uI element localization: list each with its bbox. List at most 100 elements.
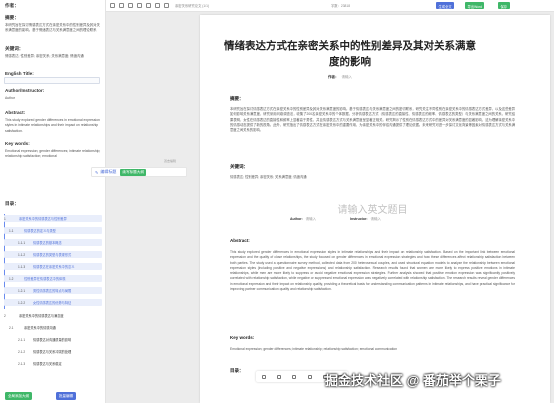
outline-num: 1 (4, 216, 6, 221)
outline-num: 1.1.2 (18, 252, 26, 257)
outline-item[interactable]: 1 亲密关系中的情感表达与性别差异 (4, 215, 102, 222)
document-title[interactable]: 情绪表达方式在亲密关系中的性别差异及其对关系满意度的影响 (220, 38, 480, 70)
outline-label-text: 性别差异在情感表达中的体现 (24, 277, 66, 281)
outline-num: 1.2.2 (18, 300, 26, 305)
outline-num: 1.1 (9, 228, 14, 233)
en-author-input[interactable]: 请输入 (306, 217, 317, 221)
outline-label-text: 情感表达与关系冲突的处理 (33, 350, 72, 354)
outline-label-text: 情感表达与关系稳定 (33, 362, 62, 366)
summary-text[interactable]: 本研究旨在探讨情感表达方式在亲密关系中的性别差异及其对关系满意度的影响。基于情绪… (5, 23, 101, 34)
format-icon[interactable] (128, 3, 133, 8)
outline-item[interactable]: 1.1.2 情感表达的类型与表现形式 (4, 251, 102, 258)
keywords-en-text[interactable]: Emotional expression; gender differences… (5, 149, 101, 160)
image-icon[interactable] (164, 3, 169, 8)
undo-icon[interactable] (110, 3, 115, 8)
author-label: 作者： (5, 3, 19, 8)
en-instructor-input[interactable]: 请输入 (371, 217, 382, 221)
continue-outline-button[interactable]: 续写标题大纲 (120, 168, 146, 176)
batch-edit-button[interactable]: 批量编辑 (56, 392, 76, 400)
copy-icon[interactable] (261, 374, 266, 379)
top-toolbar: 亲密关系研究论文 (1/1) 字数：23818 生成全文 导出Word 保存 (106, 0, 554, 12)
en-abstract-heading: Abstract: (230, 238, 250, 243)
outline-list: 1 亲密关系中的情感表达与性别差异 1.1 情感表达的定义与类型 1.1.1 情感表达… (4, 214, 102, 369)
outline-label-text: 亲密关系中的情感沟通 (24, 326, 56, 330)
save-button[interactable]: 保存 (498, 2, 510, 9)
outline-item[interactable]: 1.1 情感表达的定义与类型 (4, 227, 102, 234)
outline-item[interactable]: 2.1.3 情感表达与关系稳定 (4, 360, 102, 367)
keywords-en-label: Key words: (5, 141, 30, 146)
en-abstract-body[interactable]: This study explored gender differences i… (230, 250, 515, 292)
outline-num: 1.2.1 (18, 288, 26, 293)
align-icon[interactable] (146, 3, 151, 8)
outline-label-text: 情感表达对沟通质量的影响 (33, 338, 72, 342)
generate-button[interactable]: 生成全文 (436, 2, 455, 9)
english-title-label: English Title: (5, 71, 34, 76)
summary-label: 摘要： (5, 15, 19, 20)
outline-num: 1.1.1 (18, 240, 26, 245)
author-line: 作者： 请输入 (328, 75, 352, 80)
outline-label-text: 亲密关系中的情感表达与性别差异 (19, 217, 67, 221)
outline-num: 2.1.3 (18, 361, 26, 366)
en-keywords-body[interactable]: Emotional expression; gender differences… (230, 347, 515, 352)
add-outline-button[interactable]: 全局添加大纲 (5, 392, 32, 400)
doc-author-input[interactable]: 请输入 (342, 75, 353, 79)
italic-icon[interactable] (292, 374, 297, 379)
abstract-label: Abstract: (5, 110, 26, 115)
outline-num: 1.1.3 (18, 264, 26, 269)
outline-label-text: 亲密关系中的情感表达与满意度 (19, 314, 64, 318)
redo-icon[interactable] (119, 3, 124, 8)
keywords-heading: 关键词： (230, 164, 248, 169)
popup-hint: 双击编辑 (164, 159, 177, 163)
english-title-input[interactable] (4, 77, 100, 84)
outline-num: 2 (4, 313, 6, 318)
abstract-text[interactable]: This study explored gender differences i… (5, 118, 101, 134)
keywords-text[interactable]: 情感表达; 性别差异; 亲密关系; 关系满意度; 情绪沟通 (5, 54, 101, 59)
outline-popup: 双击编辑 ✎ 编辑标题 续写标题大纲 (91, 159, 189, 182)
outline-item[interactable]: 1.2.2 女性情感表达的优势与特征 (4, 299, 102, 306)
bold-icon[interactable] (276, 374, 281, 379)
keywords-body[interactable]: 情感表达; 性别差异; 亲密关系; 关系满意度; 情绪沟通 (230, 175, 515, 180)
popup-body: ✎ 编辑标题 续写标题大纲 (91, 167, 187, 177)
abstract-body[interactable]: 本研究旨在探讨情感表达方式在亲密关系中的性别差异及其对关系满意度的影响。基于情感… (230, 107, 515, 133)
outline-label-text: 情感表达在亲密关系中的意义 (33, 265, 75, 269)
word-count: 字数：23818 (331, 4, 351, 8)
edit-title-button[interactable]: 编辑标题 (100, 169, 116, 175)
outline-label-text: 女性情感表达的优势与特征 (33, 301, 72, 305)
underline-icon[interactable] (307, 374, 312, 379)
outline-item[interactable]: 1.1.1 情感表达的基本概念 (4, 239, 102, 246)
english-title-placeholder[interactable]: 请输入英文题目 (230, 201, 515, 216)
outline-num: 2.1.2 (18, 349, 26, 354)
outline-item[interactable]: 2 亲密关系中的情感表达与满意度 (4, 312, 102, 319)
outline-item[interactable]: 1.2 性别差异在情感表达中的体现 (4, 275, 102, 282)
outline-item[interactable]: 1.1.3 情感表达在亲密关系中的意义 (4, 263, 102, 270)
list-icon[interactable] (155, 3, 160, 8)
outline-num: 2.1 (9, 325, 14, 330)
edit-title-icon: ✎ (95, 169, 99, 175)
watermark: 掘金技术社区 @ 番茄举个栗子 (325, 373, 501, 388)
left-sidebar: 作者： 摘要： 本研究旨在探讨情感表达方式在亲密关系中的性别差异及其对关系满意度… (0, 0, 106, 403)
outline-label-text: 情感表达的定义与类型 (24, 229, 56, 233)
en-instructor-label: Instructor: (350, 217, 368, 221)
export-button[interactable]: 导出Word (465, 2, 485, 9)
instructor-label: Author/Instructor: (5, 88, 45, 93)
instructor-value[interactable]: Author (5, 96, 15, 101)
outline-label-text: 男性情感表达的特点与局限 (33, 289, 72, 293)
outline-item[interactable]: 2.1 亲密关系中的情感沟通 (4, 324, 102, 331)
outline-num: 2.1.1 (18, 337, 26, 342)
en-author-label: Author: (290, 217, 303, 221)
document-tab-title: 亲密关系研究论文 (1/1) (175, 4, 210, 8)
heading-icon[interactable] (137, 3, 142, 8)
outline-item[interactable]: 2.1.1 情感表达对沟通质量的影响 (4, 336, 102, 343)
document-page: 情绪表达方式在亲密关系中的性别差异及其对关系满意度的影响 作者： 请输入 摘要： … (200, 15, 550, 403)
en-author-line: Author: 请输入 (290, 217, 316, 222)
outline-label-text: 情感表达的类型与表现形式 (33, 253, 72, 257)
toc-heading: 目录： (230, 368, 244, 373)
outline-num: 1.2 (9, 276, 14, 281)
en-instructor-line: Instructor: 请输入 (350, 217, 381, 222)
abstract-heading: 摘要： (230, 96, 244, 101)
outline-item[interactable]: 2.1.2 情感表达与关系冲突的处理 (4, 348, 102, 355)
outline-item[interactable]: 1.2.1 男性情感表达的特点与局限 (4, 287, 102, 294)
keywords-label: 关键词： (5, 46, 24, 51)
outline-label: 目录： (5, 201, 19, 206)
en-keywords-heading: Key words: (230, 335, 255, 340)
